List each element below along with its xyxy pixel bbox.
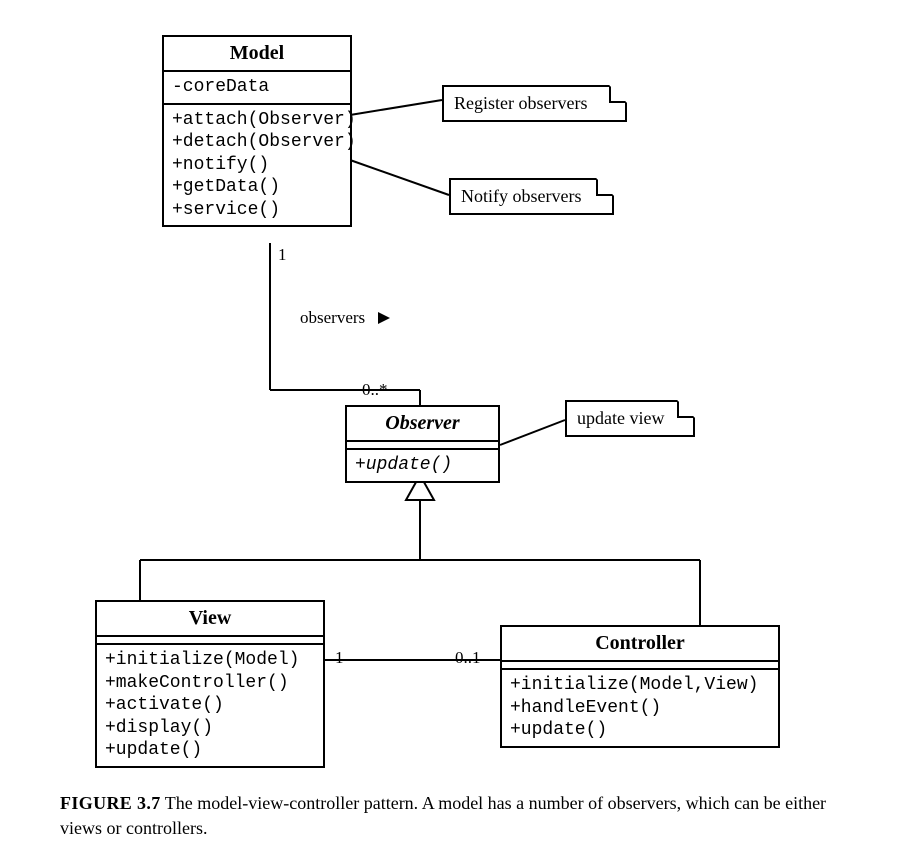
class-controller: Controller +initialize(Model,View) +hand…: [500, 625, 780, 748]
op: +getData(): [172, 176, 342, 199]
class-name-observer: Observer: [347, 407, 498, 442]
note-dogear-icon: [609, 85, 627, 103]
class-ops-model: +attach(Observer) +detach(Observer) +not…: [164, 105, 350, 226]
op: +display(): [105, 717, 315, 740]
note-text: update view: [577, 408, 664, 428]
note-dogear-icon: [596, 178, 614, 196]
op: +notify(): [172, 154, 342, 177]
class-observer: Observer +update(): [345, 405, 500, 483]
op: +detach(Observer): [172, 131, 342, 154]
class-attrs-model: -coreData: [164, 72, 350, 105]
op: +makeController(): [105, 672, 315, 695]
figure-text: The model-view-controller pattern. A mod…: [60, 793, 826, 838]
note-text: Notify observers: [461, 186, 581, 206]
class-name-controller: Controller: [502, 627, 778, 662]
multiplicity-view: 1: [335, 648, 344, 668]
figure-label: FIGURE 3.7: [60, 793, 161, 813]
multiplicity-model: 1: [278, 245, 287, 265]
op: +service(): [172, 199, 342, 222]
class-name-model: Model: [164, 37, 350, 72]
class-name-view: View: [97, 602, 323, 637]
uml-diagram: Model -coreData +attach(Observer) +detac…: [0, 0, 903, 861]
empty-attrs-sep: [502, 662, 778, 670]
note-dogear-icon: [677, 400, 695, 418]
op: +update(): [355, 454, 490, 477]
note-notify-observers: Notify observers: [449, 178, 614, 215]
op: +update(): [105, 739, 315, 762]
note-text: Register observers: [454, 93, 587, 113]
note-update-view: update view: [565, 400, 695, 437]
op: +activate(): [105, 694, 315, 717]
multiplicity-controller: 0..1: [455, 648, 481, 668]
class-ops-controller: +initialize(Model,View) +handleEvent() +…: [502, 670, 778, 746]
op: +attach(Observer): [172, 109, 342, 132]
figure-caption: FIGURE 3.7 The model-view-controller pat…: [60, 791, 860, 841]
op: +initialize(Model): [105, 649, 315, 672]
op: +handleEvent(): [510, 697, 770, 720]
op: +initialize(Model,View): [510, 674, 770, 697]
class-ops-observer: +update(): [347, 450, 498, 481]
class-model: Model -coreData +attach(Observer) +detac…: [162, 35, 352, 227]
op: +update(): [510, 719, 770, 742]
empty-attrs-sep: [97, 637, 323, 645]
role-observers: observers: [300, 308, 365, 328]
multiplicity-observer: 0..*: [362, 380, 388, 400]
note-register-observers: Register observers: [442, 85, 627, 122]
class-view: View +initialize(Model) +makeController(…: [95, 600, 325, 768]
class-ops-view: +initialize(Model) +makeController() +ac…: [97, 645, 323, 766]
empty-attrs-sep: [347, 442, 498, 450]
attr: -coreData: [172, 76, 342, 99]
